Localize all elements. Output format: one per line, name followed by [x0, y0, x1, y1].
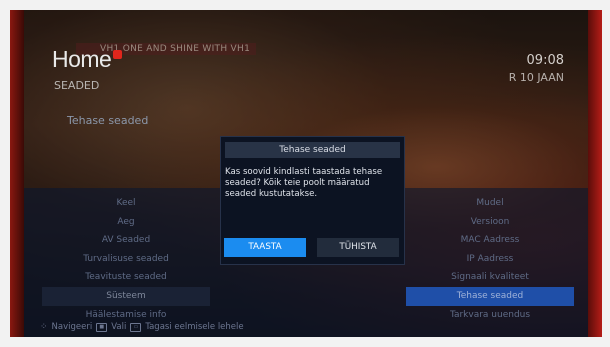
- background-edge-right: [588, 10, 602, 337]
- section-title: SEADED: [54, 79, 100, 92]
- hint-select: Vali: [111, 322, 127, 332]
- logo-text: Home: [52, 46, 112, 72]
- tv-screen: VH1 ONE AND SHINE WITH VH1 Home SEADED 0…: [10, 10, 602, 337]
- menu-item-teavituste-seaded[interactable]: Teavituste seaded: [42, 268, 210, 287]
- logo-mark-icon: [113, 50, 123, 59]
- home3-logo: Home: [52, 46, 123, 73]
- submenu-item-tehase-seaded[interactable]: Tehase seaded: [406, 286, 574, 306]
- submenu-item-versioon[interactable]: Versioon: [406, 213, 574, 232]
- confirm-restore-button[interactable]: TAASTA: [224, 238, 306, 257]
- submenu-item-tarkvara-uuendus[interactable]: Tarkvara uuendus: [406, 306, 574, 325]
- settings-menu: Keel Aeg AV Seaded Turvalisuse seaded Te…: [42, 194, 210, 324]
- menu-item-turvalisuse-seaded[interactable]: Turvalisuse seaded: [42, 250, 210, 269]
- submenu-item-mudel[interactable]: Mudel: [406, 194, 574, 213]
- navigate-arrows-icon: ⁘: [40, 322, 48, 332]
- cancel-button[interactable]: TÜHISTA: [317, 238, 399, 257]
- factory-reset-dialog: Tehase seaded Kas soovid kindlasti taast…: [220, 136, 405, 265]
- date: R 10 JAAN: [508, 71, 564, 84]
- submenu-item-ip-aadress[interactable]: IP Aadress: [406, 250, 574, 269]
- hint-back: Tagasi eelmisele lehele: [145, 322, 244, 332]
- menu-item-aeg[interactable]: Aeg: [42, 213, 210, 232]
- hint-navigate: Navigeeri: [51, 322, 93, 332]
- current-setting-title: Tehase seaded: [67, 114, 149, 127]
- dialog-message: Kas soovid kindlasti taastada tehase sea…: [225, 167, 383, 200]
- footer-hints: ⁘ Navigeeri ■ Vali ▭ Tagasi eelmisele le…: [40, 322, 244, 332]
- dialog-title: Tehase seaded: [225, 142, 400, 158]
- back-key-icon: ▭: [130, 322, 142, 332]
- ok-key-icon: ■: [96, 322, 108, 332]
- clock: 09:08: [526, 53, 564, 68]
- menu-item-susteem[interactable]: Süsteem: [42, 286, 210, 306]
- submenu-item-signaali-kvaliteet[interactable]: Signaali kvaliteet: [406, 268, 574, 287]
- submenu-item-mac-aadress[interactable]: MAC Aadress: [406, 231, 574, 250]
- menu-item-keel[interactable]: Keel: [42, 194, 210, 213]
- system-submenu: Mudel Versioon MAC Aadress IP Aadress Si…: [406, 194, 574, 324]
- menu-item-av-seaded[interactable]: AV Seaded: [42, 231, 210, 250]
- background-edge-left: [10, 10, 24, 337]
